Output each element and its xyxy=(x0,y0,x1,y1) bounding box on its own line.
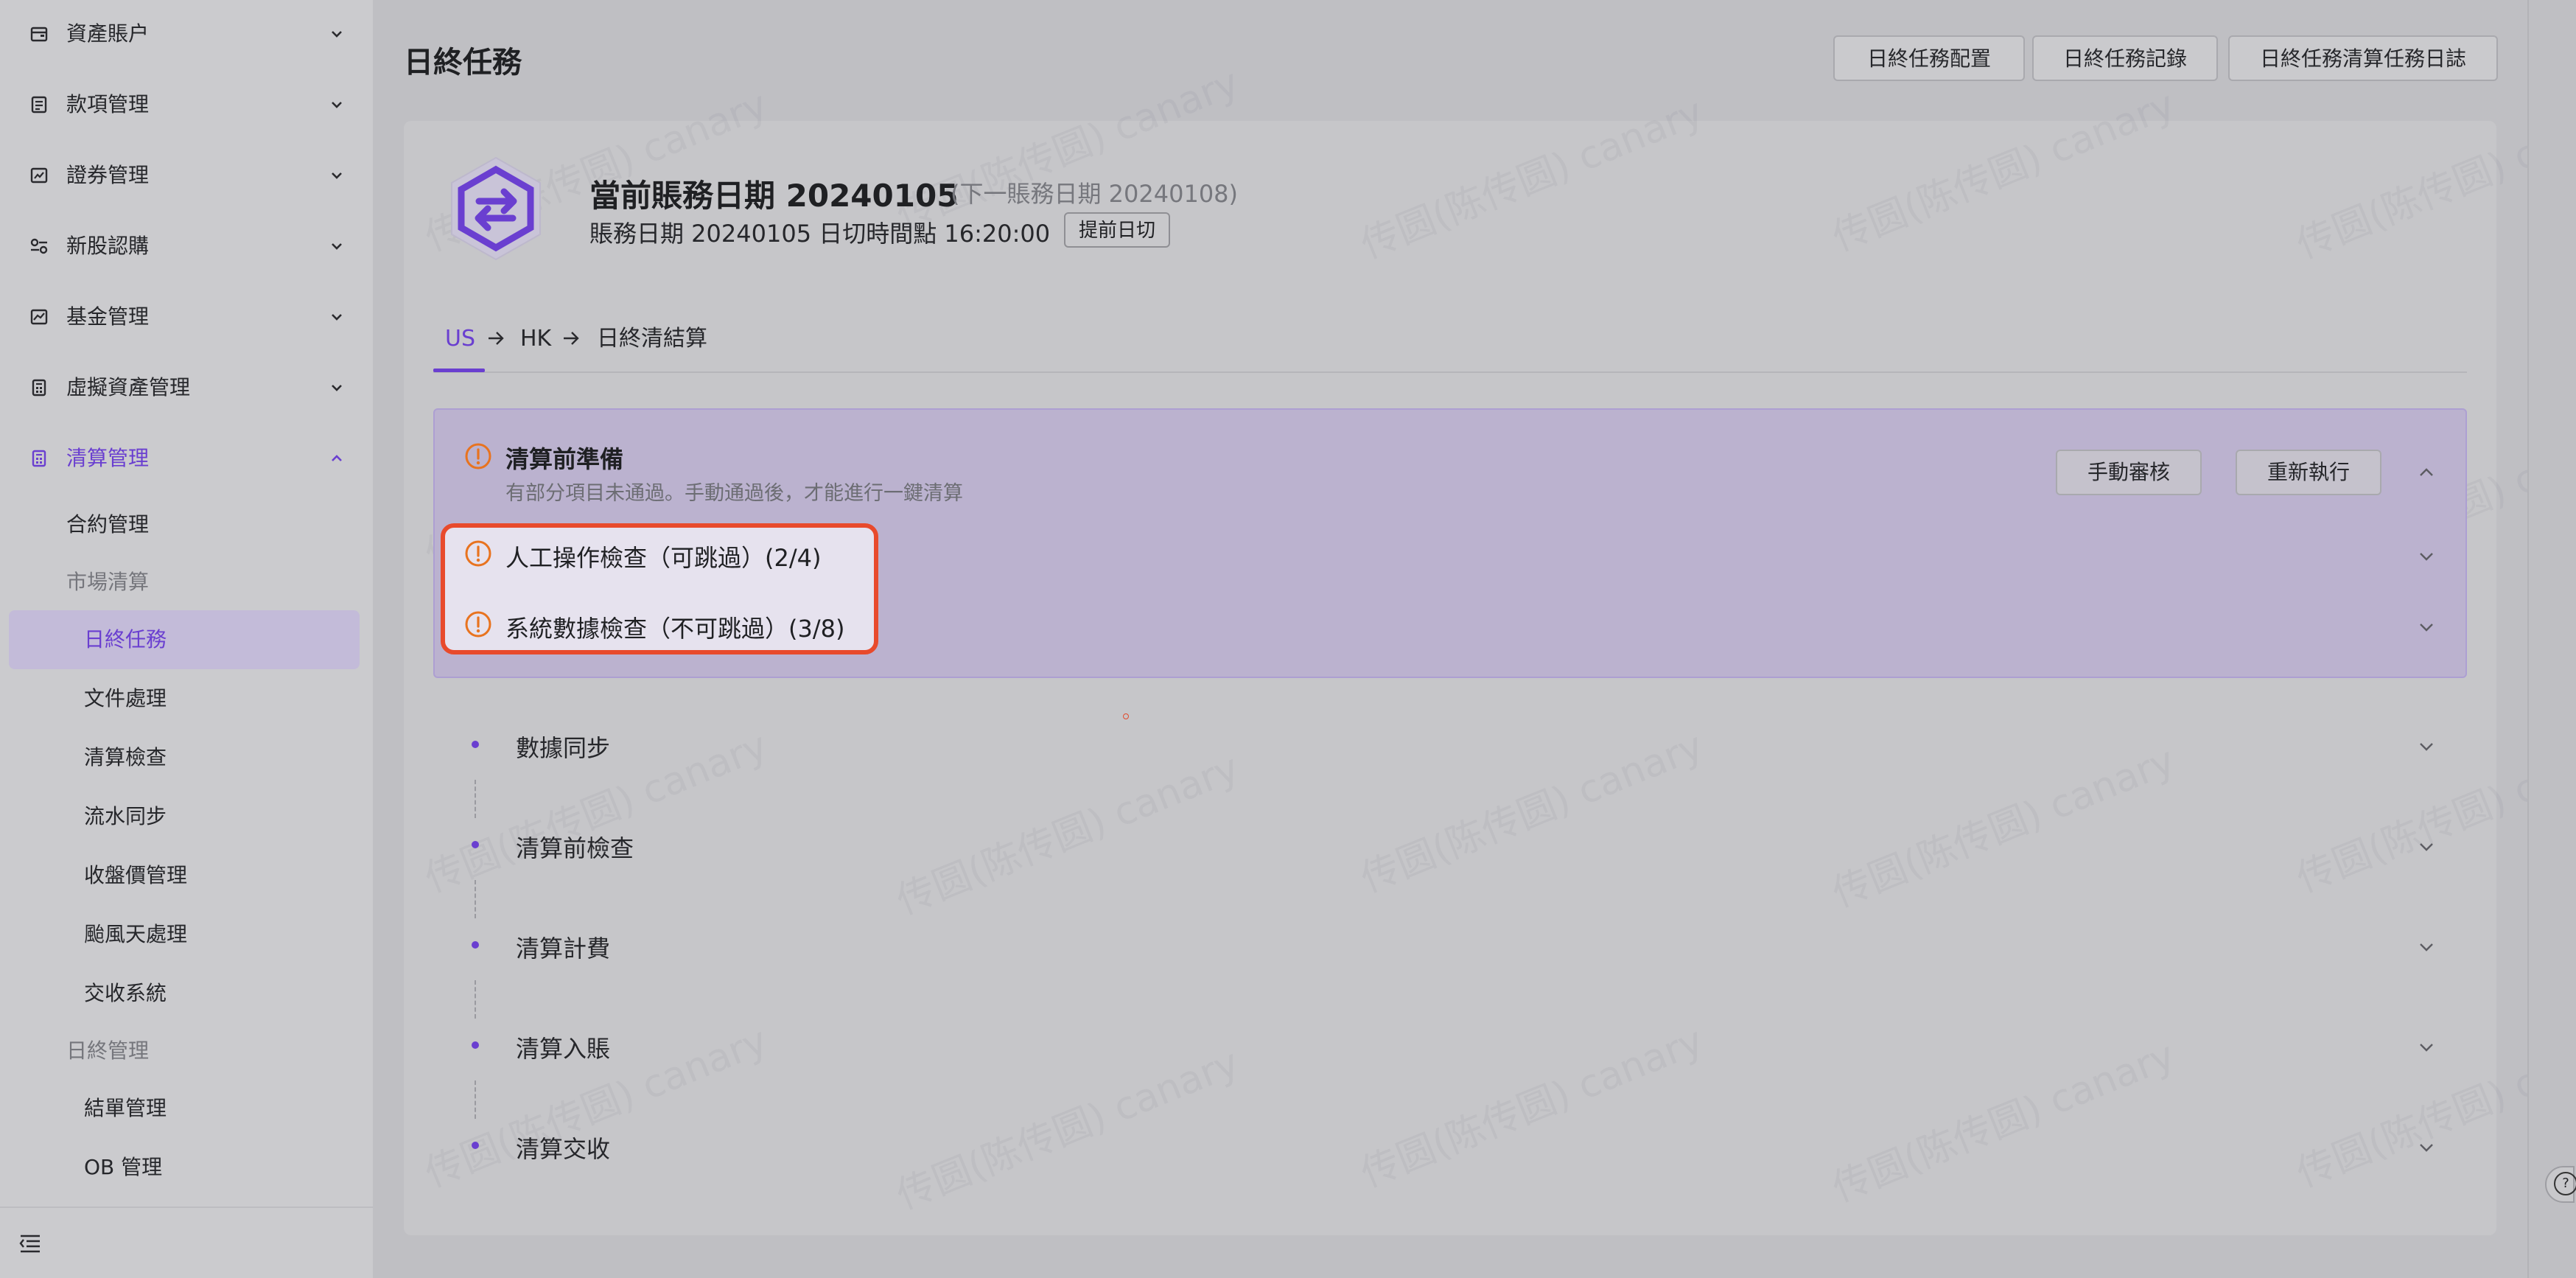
current-accounting-date: 當前賬務日期 20240105 xyxy=(589,178,959,214)
eod-clearing-log-button[interactable]: 日終任務清算任務日誌 xyxy=(2228,35,2498,81)
chevron-down-icon[interactable] xyxy=(2415,616,2437,638)
sidebar-item-file-processing[interactable]: 文件處理 xyxy=(84,677,167,721)
step-dot xyxy=(472,741,479,748)
tab-hk[interactable]: HK xyxy=(520,324,551,354)
chevron-down-icon xyxy=(332,314,342,321)
manual-review-button[interactable]: 手動審核 xyxy=(2056,450,2202,495)
chevron-down-icon xyxy=(332,172,342,179)
sidebar-selected-bg xyxy=(9,610,360,669)
sidebar-item-contracts[interactable]: 合約管理 xyxy=(66,503,149,547)
step-clearing-fees[interactable]: 清算計費 xyxy=(516,930,610,964)
chevron-down-icon xyxy=(332,31,342,38)
sidebar-group-clearing[interactable]: 清算管理 xyxy=(0,429,373,488)
sidebar-group-label: 虛擬資產管理 xyxy=(66,375,191,399)
sidebar-group-securities[interactable]: 證券管理 xyxy=(0,146,373,205)
step-clearing-settlement[interactable]: 清算交收 xyxy=(516,1131,610,1164)
accounting-date-cutoff: 賬務日期 20240105 日切時間點 16:20:00 xyxy=(589,220,1051,248)
calculator-icon xyxy=(32,450,46,467)
advance-cutoff-button[interactable]: 提前日切 xyxy=(1064,212,1170,248)
chevron-down-icon[interactable] xyxy=(2415,736,2437,758)
sidebar-group-virtual-assets[interactable]: 虛擬資產管理 xyxy=(0,358,373,417)
sidebar-item-close-price[interactable]: 收盤價管理 xyxy=(84,853,187,898)
arrow-right-icon xyxy=(564,332,579,345)
warning-icon xyxy=(465,611,491,638)
chevron-down-icon[interactable] xyxy=(2415,936,2437,958)
step-dot xyxy=(472,941,479,949)
cursor-marker xyxy=(1123,713,1129,719)
warning-icon xyxy=(465,443,491,469)
step-connector xyxy=(475,880,476,918)
eod-record-button[interactable]: 日終任務記錄 xyxy=(2032,35,2218,81)
sidebar: 資產賬户 款項管理 證券管理 新股認購 基金管理 虛擬資產管理 清算管理 合約管… xyxy=(0,0,373,1278)
scrollbar-track[interactable] xyxy=(2527,0,2576,1278)
exchange-logo-icon xyxy=(451,156,541,261)
sidebar-group-ipo[interactable]: 新股認購 xyxy=(0,217,373,276)
step-dot xyxy=(472,1041,479,1049)
step-pre-clearing-check[interactable]: 清算前檢查 xyxy=(516,830,634,864)
tab-eod-settlement[interactable]: 日終清結算 xyxy=(597,324,707,354)
chart-icon xyxy=(30,167,48,184)
arrow-right-icon xyxy=(489,332,504,345)
sidebar-item-ob[interactable]: OB 管理 xyxy=(84,1145,162,1190)
step-clearing-posting[interactable]: 清算入賬 xyxy=(516,1030,610,1064)
warning-icon xyxy=(465,540,491,567)
calculator-icon xyxy=(32,379,46,397)
chevron-down-icon[interactable] xyxy=(2415,1136,2437,1159)
next-accounting-date: (下一賬務日期 20240108) xyxy=(951,180,1239,208)
active-tab-indicator xyxy=(433,369,485,372)
sidebar-item-typhoon[interactable]: 颱風天處理 xyxy=(84,912,187,957)
sidebar-group-assets[interactable]: 資產賬户 xyxy=(0,4,373,63)
chevron-up-icon xyxy=(332,455,342,461)
sidebar-item-clearing-check[interactable]: 清算檢查 xyxy=(84,736,167,780)
step-connector xyxy=(475,980,476,1019)
eod-config-button[interactable]: 日終任務配置 xyxy=(1833,35,2025,81)
step-data-sync[interactable]: 數據同步 xyxy=(516,730,610,764)
tab-us[interactable]: US xyxy=(445,324,475,354)
sidebar-group-label: 款項管理 xyxy=(66,92,150,116)
menu-collapse-icon[interactable] xyxy=(18,1232,43,1254)
sidebar-item-eod-tasks[interactable]: 日終任務 xyxy=(84,610,167,669)
sidebar-item-flow-sync[interactable]: 流水同步 xyxy=(84,795,167,839)
system-data-check[interactable]: 系統數據檢查（不可跳過）(3/8) xyxy=(505,610,844,644)
sidebar-section-eod-management: 日終管理 xyxy=(66,1038,150,1063)
sidebar-group-payments[interactable]: 款項管理 xyxy=(0,75,373,134)
clearing-prep-description: 有部分項目未通過。手動通過後，才能進行一鍵清算 xyxy=(505,482,963,505)
tabs-divider xyxy=(433,371,2467,373)
ipo-icon xyxy=(30,238,48,254)
re-execute-button[interactable]: 重新執行 xyxy=(2236,450,2381,495)
sidebar-item-statements[interactable]: 結單管理 xyxy=(84,1086,167,1131)
sidebar-group-label: 資產賬户 xyxy=(66,21,150,46)
sidebar-group-label: 證券管理 xyxy=(66,163,150,187)
sidebar-group-funds[interactable]: 基金管理 xyxy=(0,287,373,346)
step-connector xyxy=(475,1080,476,1119)
help-icon: ? xyxy=(2554,1172,2576,1195)
sidebar-group-label: 清算管理 xyxy=(66,446,150,470)
step-dot xyxy=(472,841,479,848)
fund-icon xyxy=(30,309,48,325)
manual-operation-check[interactable]: 人工操作檢查（可跳過）(2/4) xyxy=(505,540,821,573)
clearing-prep-title: 清算前準備 xyxy=(505,445,624,473)
chevron-down-icon[interactable] xyxy=(2415,836,2437,858)
chevron-down-icon[interactable] xyxy=(2415,1036,2437,1058)
chevron-down-icon xyxy=(332,102,342,108)
chevron-down-icon xyxy=(332,385,342,391)
sidebar-group-label: 基金管理 xyxy=(66,304,150,329)
sidebar-section-market-clearing: 市場清算 xyxy=(66,570,150,594)
sidebar-divider xyxy=(0,1207,373,1208)
chevron-up-icon[interactable] xyxy=(2415,461,2437,483)
step-connector xyxy=(475,780,476,818)
page-title: 日終任務 xyxy=(404,46,522,80)
step-dot xyxy=(472,1142,479,1149)
sidebar-group-label: 新股認購 xyxy=(66,234,150,258)
wallet-icon xyxy=(30,27,48,42)
sidebar-item-settlement-system[interactable]: 交收系統 xyxy=(84,971,167,1016)
chevron-down-icon[interactable] xyxy=(2415,545,2437,568)
document-icon xyxy=(31,96,47,114)
chevron-down-icon xyxy=(332,243,342,250)
